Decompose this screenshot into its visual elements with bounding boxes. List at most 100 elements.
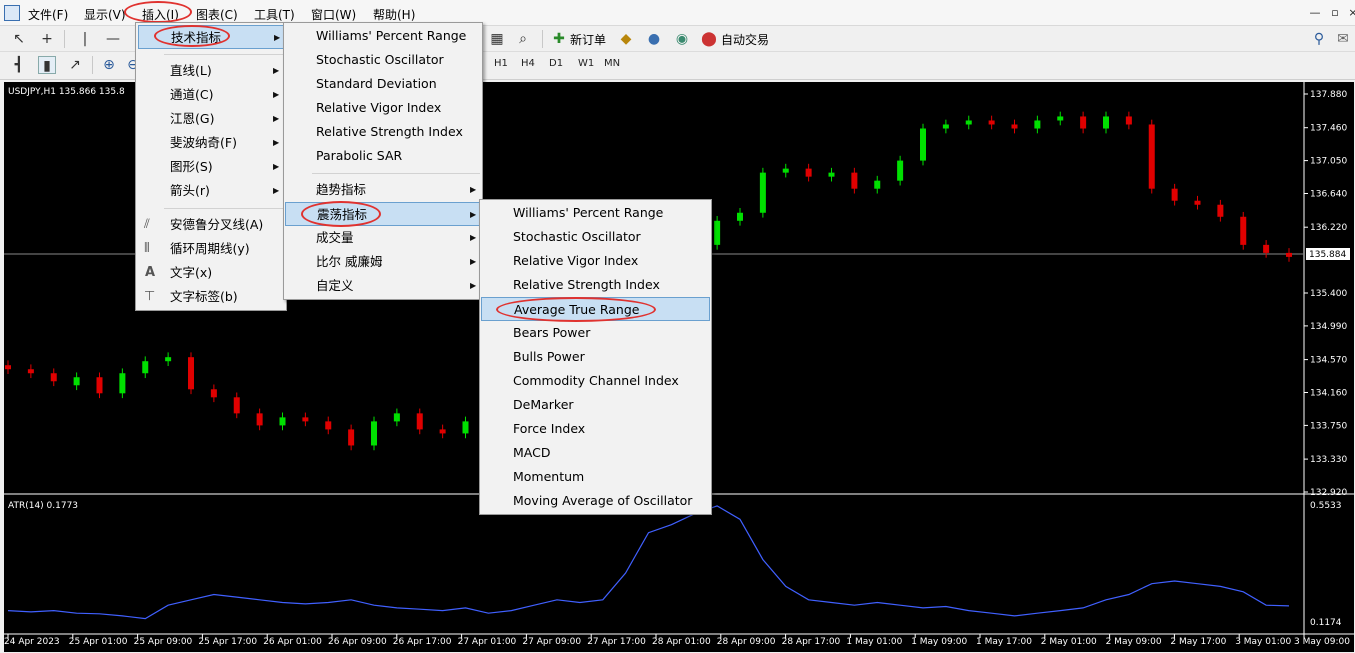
time-tick-label: 2 May 09:00: [1106, 637, 1162, 647]
candle-body: [462, 421, 469, 434]
timeframe-w1[interactable]: W1: [578, 58, 594, 69]
menu-item-rvi[interactable]: Relative Vigor Index: [480, 249, 711, 273]
menu-item-label: 比尔 威廉姆: [316, 254, 383, 269]
trade-history-icon[interactable]: ◆: [617, 30, 635, 48]
menu-item-williams[interactable]: Williams' Percent Range: [284, 24, 482, 48]
menu-item-trend[interactable]: 趋势指标 ▶: [284, 178, 482, 202]
menu-item-bulls-power[interactable]: Bulls Power: [480, 345, 711, 369]
line-chart-icon[interactable]: ↗: [66, 56, 84, 74]
time-tick-label: 27 Apr 01:00: [458, 637, 517, 647]
menu-charts[interactable]: 图表(C): [196, 6, 238, 23]
vertical-line-icon[interactable]: |: [76, 30, 94, 48]
search-icon[interactable]: ⚲: [1310, 30, 1328, 48]
price-tick-label: 132.920: [1310, 488, 1347, 498]
candle-body: [988, 120, 995, 125]
toolbar-separator: [92, 56, 93, 74]
menu-item-demarker[interactable]: DeMarker: [480, 393, 711, 417]
chevron-right-icon: ▶: [470, 185, 477, 194]
menu-item-rsi[interactable]: Relative Strength Index: [284, 120, 482, 144]
menu-item-cycle-lines[interactable]: ⦀ 循环周期线(y): [136, 237, 286, 261]
timeframe-mn[interactable]: MN: [604, 58, 620, 69]
auto-trading-button[interactable]: 自动交易: [721, 31, 769, 48]
cursor-icon[interactable]: ↖: [10, 30, 28, 48]
menu-item-rsi[interactable]: Relative Strength Index: [480, 273, 711, 297]
menu-item-force-index[interactable]: Force Index: [480, 417, 711, 441]
menu-item-stochastic[interactable]: Stochastic Oscillator: [284, 48, 482, 72]
new-order-icon[interactable]: ✚: [550, 30, 568, 48]
pitchfork-icon: ⫽: [144, 217, 150, 232]
menu-item-label: 江恩(G): [170, 111, 215, 126]
menu-item-label: Bulls Power: [513, 349, 585, 364]
menu-item-label: Stochastic Oscillator: [513, 229, 641, 244]
candle-body: [1286, 252, 1292, 257]
candle-body: [210, 389, 217, 398]
menu-item-bill-williams[interactable]: 比尔 威廉姆 ▶: [284, 250, 482, 274]
oscillators-submenu: Williams' Percent Range Stochastic Oscil…: [479, 199, 712, 515]
time-tick-label: 26 Apr 09:00: [328, 637, 387, 647]
menu-item-momentum[interactable]: Momentum: [480, 465, 711, 489]
menu-item-macd[interactable]: MACD: [480, 441, 711, 465]
menu-item-williams[interactable]: Williams' Percent Range: [480, 201, 711, 225]
chat-icon[interactable]: ✉: [1334, 30, 1352, 48]
menu-item-bears-power[interactable]: Bears Power: [480, 321, 711, 345]
minimize-button[interactable]: —: [1306, 6, 1324, 19]
time-tick-label: 3 May 09:00: [1294, 637, 1350, 647]
menu-item-shapes[interactable]: 图形(S) ▶: [136, 155, 286, 179]
menu-item-text[interactable]: A 文字(x): [136, 261, 286, 285]
new-order-button[interactable]: 新订单: [570, 31, 606, 48]
menu-item-label: 图形(S): [170, 159, 213, 174]
strategy-tester-icon[interactable]: ⌕: [514, 30, 532, 48]
menu-item-volumes[interactable]: 成交量 ▶: [284, 226, 482, 250]
signals-icon[interactable]: ◉: [673, 30, 691, 48]
timeframe-d1[interactable]: D1: [549, 58, 563, 69]
close-button[interactable]: ×: [1344, 6, 1355, 19]
menu-help[interactable]: 帮助(H): [373, 6, 415, 23]
candle-body: [714, 220, 721, 245]
chevron-right-icon: ▶: [470, 257, 477, 266]
candle-body: [302, 417, 309, 422]
market-watch-icon[interactable]: ▦: [488, 30, 506, 48]
menu-item-osma[interactable]: Moving Average of Oscillator: [480, 489, 711, 513]
candlestick-icon[interactable]: ▮: [38, 56, 56, 74]
time-tick-label: 25 Apr 17:00: [198, 637, 257, 647]
candle-body: [256, 413, 263, 426]
menu-item-andrews-pitchfork[interactable]: ⫽ 安德鲁分叉线(A): [136, 213, 286, 237]
horizontal-line-icon[interactable]: —: [104, 30, 122, 48]
menu-item-cci[interactable]: Commodity Channel Index: [480, 369, 711, 393]
timeframe-h1[interactable]: H1: [494, 58, 508, 69]
atr-tick-label: 0.1174: [1310, 618, 1342, 628]
timeframe-h4[interactable]: H4: [521, 58, 535, 69]
restore-button[interactable]: ▫: [1326, 6, 1344, 19]
menu-item-std-dev[interactable]: Standard Deviation: [284, 72, 482, 96]
menu-item-channels[interactable]: 通道(C) ▶: [136, 83, 286, 107]
menu-item-parabolic-sar[interactable]: Parabolic SAR: [284, 144, 482, 168]
menu-item-custom[interactable]: 自定义 ▶: [284, 274, 482, 298]
time-tick-label: 25 Apr 01:00: [69, 637, 128, 647]
chevron-right-icon: ▶: [273, 186, 280, 195]
menu-tools[interactable]: 工具(T): [254, 6, 295, 23]
menu-separator: [164, 208, 284, 209]
price-tick-label: 134.570: [1310, 356, 1347, 366]
toolbar-separator: [64, 30, 65, 48]
account-icon[interactable]: ●: [645, 30, 663, 48]
menu-item-fibonacci[interactable]: 斐波纳奇(F) ▶: [136, 131, 286, 155]
candle-body: [233, 397, 240, 414]
auto-trading-icon[interactable]: ⬤: [700, 30, 718, 48]
menu-item-lines[interactable]: 直线(L) ▶: [136, 59, 286, 83]
menu-item-stochastic[interactable]: Stochastic Oscillator: [480, 225, 711, 249]
menu-item-arrows[interactable]: 箭头(r) ▶: [136, 179, 286, 203]
chevron-right-icon: ▶: [273, 162, 280, 171]
menu-window[interactable]: 窗口(W): [311, 6, 356, 23]
menu-item-label: Williams' Percent Range: [316, 28, 467, 43]
menu-item-rvi[interactable]: Relative Vigor Index: [284, 96, 482, 120]
menu-item-gann[interactable]: 江恩(G) ▶: [136, 107, 286, 131]
menu-view[interactable]: 显示(V): [84, 6, 126, 23]
indicators-submenu: Williams' Percent Range Stochastic Oscil…: [283, 22, 483, 300]
candle-body: [27, 369, 34, 374]
bar-chart-icon[interactable]: ┫: [10, 56, 28, 74]
zoom-in-icon[interactable]: ⊕: [100, 56, 118, 74]
menu-item-text-label[interactable]: ⊤ 文字标签(b): [136, 285, 286, 309]
toolbar-separator: [542, 30, 543, 48]
crosshair-icon[interactable]: +: [38, 30, 56, 48]
menu-file[interactable]: 文件(F): [28, 6, 68, 23]
